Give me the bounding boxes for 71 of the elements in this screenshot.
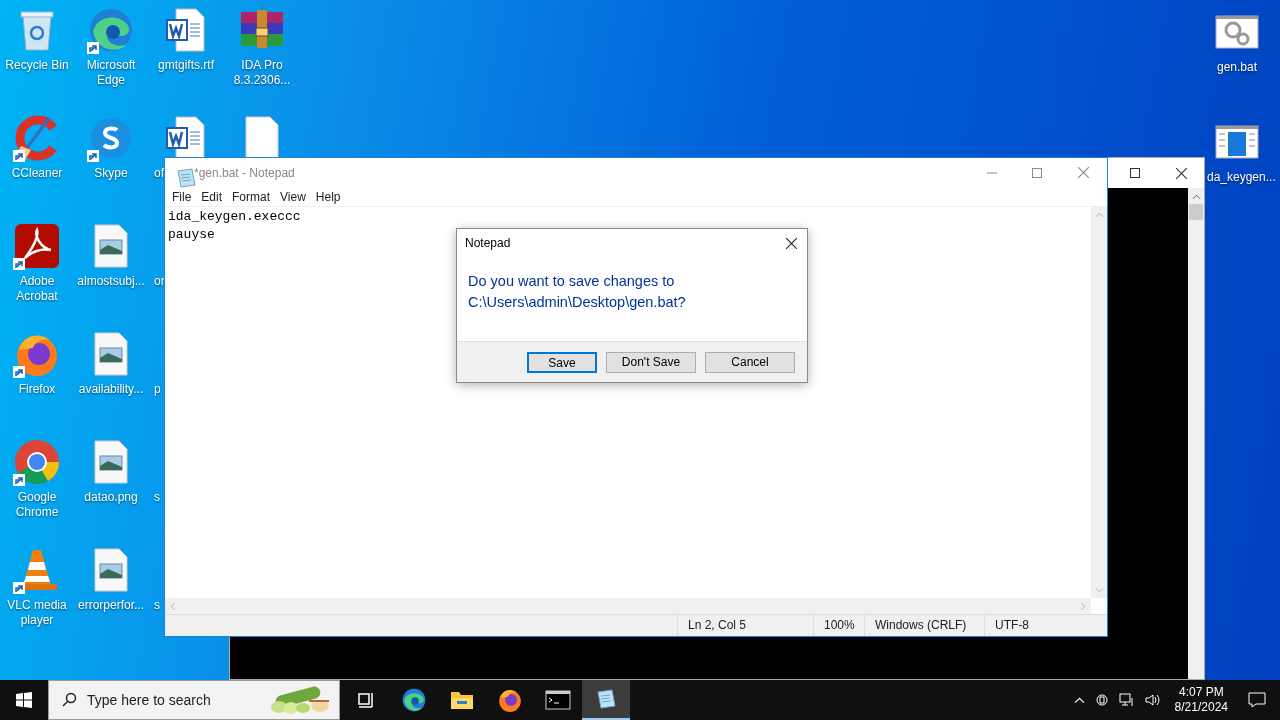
chrome-icon	[13, 438, 61, 486]
status-field: Ln 2, Col 5	[677, 615, 813, 636]
desktop-icon-label[interactable]: of	[154, 166, 164, 181]
shortcut-arrow-icon	[13, 474, 25, 486]
dialog-button[interactable]: Don't Save	[606, 351, 696, 373]
acrobat-icon	[13, 222, 61, 270]
desktop-icon-label[interactable]: IDA Pro 8.3.2306...	[225, 58, 299, 88]
close-icon[interactable]	[786, 237, 797, 249]
dialog-message: Do you want to save changes to C:\Users\admin\Desktop\gen.bat?	[468, 272, 687, 312]
dialog-button[interactable]: Save	[527, 351, 597, 373]
dialog-button[interactable]: Cancel	[705, 351, 795, 373]
clock-date: 8/21/2024	[1174, 700, 1228, 715]
shortcut-arrow-icon	[13, 366, 25, 378]
notification-icon	[1248, 692, 1266, 708]
text-line: pauyse	[168, 226, 215, 244]
device-icon[interactable]	[1094, 693, 1109, 707]
desktop-icon-label[interactable]: da_keygen...	[1207, 170, 1276, 185]
desktop-icon-label[interactable]: datao.png	[84, 490, 138, 505]
scroll-up-icon[interactable]	[1191, 194, 1201, 200]
windows-logo-icon	[16, 692, 32, 708]
desktop-icon-label[interactable]: VLC media player	[0, 598, 74, 628]
shortcut-arrow-icon	[13, 582, 25, 594]
clock-time: 4:07 PM	[1178, 685, 1224, 700]
status-field: UTF-8	[984, 615, 1084, 636]
desktop-icon-label[interactable]: almostsubj...	[77, 274, 145, 289]
menu-item[interactable]: View	[275, 187, 311, 206]
volume-icon[interactable]	[1144, 693, 1161, 707]
desktop-icon-label[interactable]: Google Chrome	[0, 490, 74, 520]
menu-item[interactable]: Edit	[196, 187, 228, 206]
menu-item[interactable]: File	[167, 187, 197, 206]
status-field: Windows (CRLF)	[864, 615, 984, 636]
dialog-title: Notepad	[465, 235, 511, 252]
desktop-icon-label[interactable]: or	[154, 274, 165, 289]
status-field: 100%	[813, 615, 864, 636]
desktop-icon-label[interactable]: Firefox	[18, 382, 56, 397]
desktop-icon-label[interactable]: s	[154, 490, 160, 505]
desktop-icon-label[interactable]: s	[154, 598, 160, 613]
desktop-icon-label[interactable]: Microsoft Edge	[74, 58, 148, 88]
desktop-icon-label[interactable]: p	[154, 382, 161, 397]
scrollbar[interactable]	[1188, 188, 1204, 679]
search-placeholder: Type here to search	[87, 690, 212, 710]
network-icon[interactable]	[1118, 693, 1135, 707]
chevron-up-icon[interactable]	[1073, 696, 1085, 704]
search-icon	[61, 692, 77, 708]
clock[interactable]: 4:07 PM 8/21/2024	[1168, 680, 1234, 720]
menu-item[interactable]: Format	[227, 187, 276, 206]
taskbar-app[interactable]	[582, 680, 630, 720]
shortcut-arrow-icon	[87, 150, 99, 162]
desktop-icon-label[interactable]: Recycle Bin	[5, 58, 69, 73]
edge-icon	[87, 6, 135, 54]
shortcut-arrow-icon	[13, 150, 25, 162]
task-view-icon	[356, 690, 376, 710]
search-box[interactable]: Type here to search	[48, 680, 340, 720]
shortcut-arrow-icon	[13, 258, 25, 270]
desktop-icon-label[interactable]: gen.bat	[1216, 60, 1257, 75]
desktop-icon-label[interactable]: gmtgifts.rtf	[158, 58, 214, 73]
edge-icon	[401, 687, 427, 713]
text-line: ida_keygen.execcc	[168, 208, 301, 226]
scroll-thumb[interactable]	[1189, 204, 1203, 220]
close-icon[interactable]	[1176, 167, 1187, 179]
desktop-icon-label[interactable]: availability...	[78, 382, 144, 397]
shortcut-arrow-icon	[87, 42, 99, 54]
desktop-icon-label[interactable]: Adobe Acrobat	[0, 274, 74, 304]
desktop-icon-label[interactable]: CCleaner	[11, 166, 63, 181]
menu-item[interactable]: Help	[310, 187, 346, 206]
desktop-icon-label[interactable]: Skype	[94, 166, 128, 181]
window-title: *gen.bat - Notepad	[194, 164, 295, 182]
desktop-icon-label[interactable]: errorperfor...	[78, 598, 144, 613]
console-icon	[545, 687, 571, 713]
maximize-icon[interactable]	[1130, 168, 1140, 178]
firefox-icon	[497, 687, 523, 713]
